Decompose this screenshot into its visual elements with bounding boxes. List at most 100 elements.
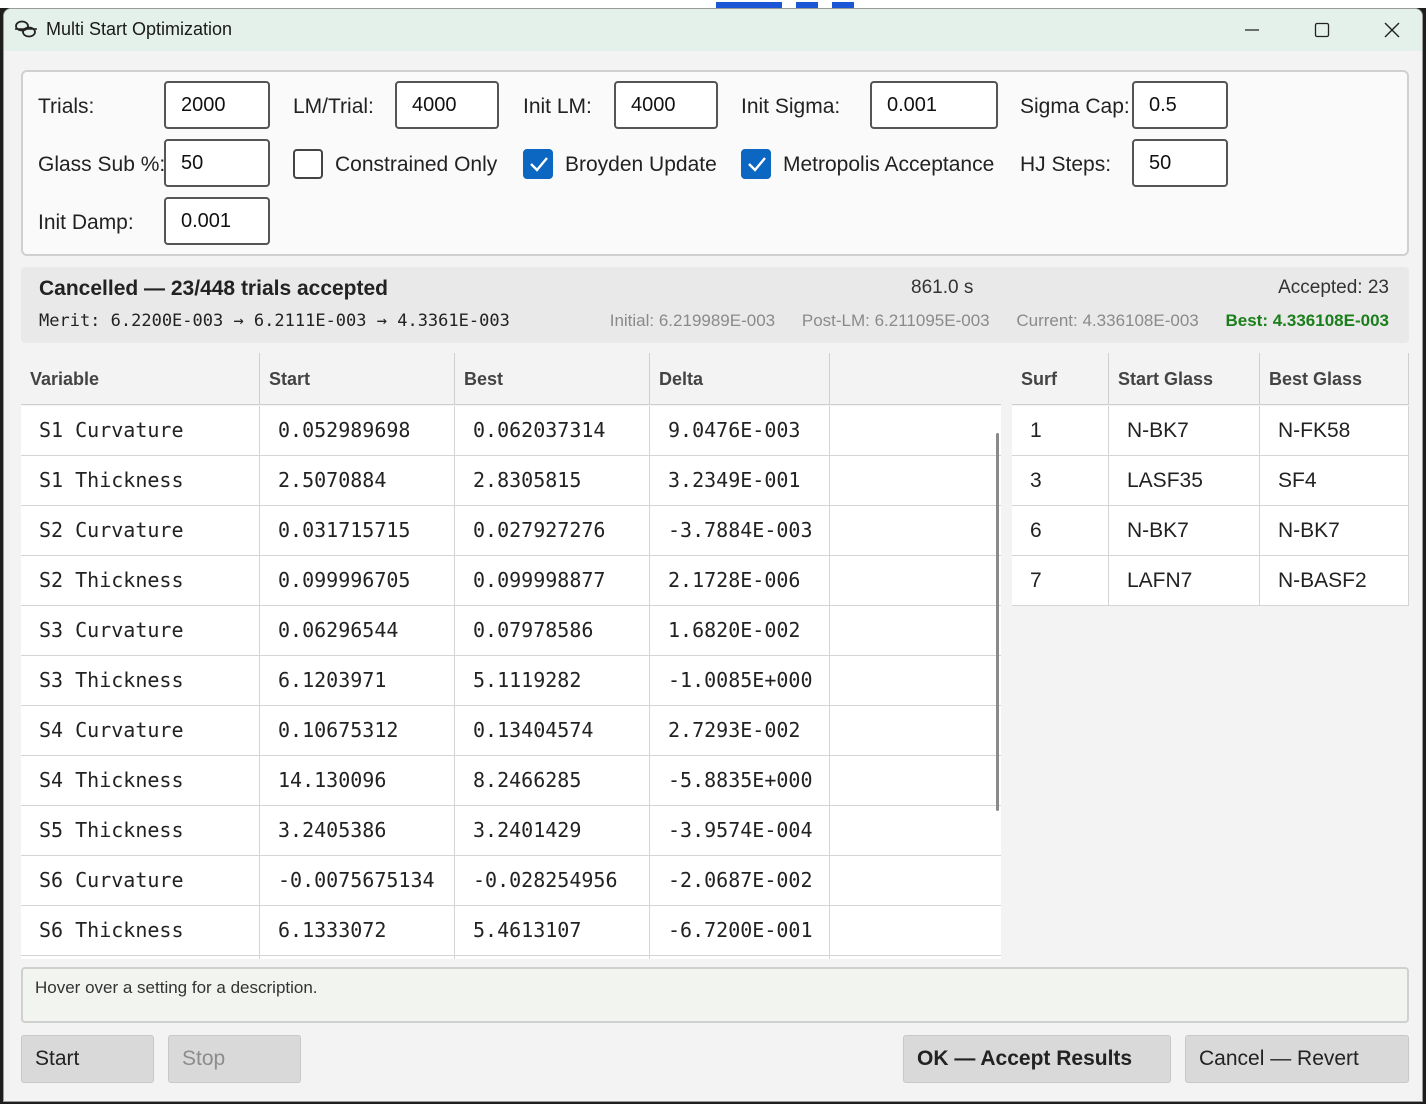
status-message: Cancelled — 23/448 trials accepted xyxy=(39,277,389,300)
broyden-label[interactable]: Broyden Update xyxy=(565,153,717,177)
best-glass-cell: N-BASF2 xyxy=(1260,556,1409,605)
variable-cell: S3 Curvature xyxy=(21,606,260,655)
empty-cell xyxy=(455,956,650,959)
table-row[interactable]: 1 N-BK7 N-FK58 xyxy=(1012,406,1409,456)
delta-cell: 2.7293E-002 xyxy=(650,706,830,755)
column-header-surf[interactable]: Surf xyxy=(1012,353,1109,405)
elapsed-time: 861.0 s xyxy=(911,277,974,298)
start-cell: 0.099996705 xyxy=(260,556,455,605)
variables-table: Variable Start Best Delta S1 Curvature 0.… xyxy=(21,353,1001,959)
table-row[interactable]: S2 Curvature 0.031715715 0.027927276 -3.788… xyxy=(21,506,1001,556)
accepted-count: Accepted: 23 xyxy=(1278,277,1389,298)
table-row[interactable]: S5 Thickness 3.2405386 3.2401429 -3.9574E-0… xyxy=(21,806,1001,856)
best-cell: 8.2466285 xyxy=(455,756,650,805)
column-header-start[interactable]: Start xyxy=(260,353,455,405)
column-header-delta[interactable]: Delta xyxy=(650,353,830,405)
column-header-start-glass[interactable]: Start Glass xyxy=(1109,353,1260,405)
table-header: Variable Start Best Delta xyxy=(21,353,1001,405)
sigma-cap-label: Sigma Cap: xyxy=(1020,95,1130,118)
column-header-variable[interactable]: Variable xyxy=(21,353,260,405)
delta-cell: 1.6820E-002 xyxy=(650,606,830,655)
constrained-checkbox[interactable] xyxy=(293,149,323,179)
table-row[interactable]: 6 N-BK7 N-BK7 xyxy=(1012,506,1409,556)
table-row[interactable]: S4 Curvature 0.10675312 0.13404574 2.7293E-… xyxy=(21,706,1001,756)
empty-cell xyxy=(830,806,1001,855)
start-cell: 0.052989698 xyxy=(260,406,455,455)
variable-cell: S2 Thickness xyxy=(21,556,260,605)
empty-cell xyxy=(260,956,455,959)
trials-label: Trials: xyxy=(38,95,95,118)
trials-input[interactable] xyxy=(164,81,270,129)
init-sigma-input[interactable] xyxy=(870,81,998,129)
checkmark-icon xyxy=(748,157,766,172)
variable-cell: S6 Thickness xyxy=(21,906,260,955)
variable-cell: S5 Thickness xyxy=(21,806,260,855)
table-row[interactable]: S3 Thickness 6.1203971 5.1119282 -1.0085E+0… xyxy=(21,656,1001,706)
start-cell: 14.130096 xyxy=(260,756,455,805)
init-lm-label: Init LM: xyxy=(523,95,592,118)
table-row[interactable]: S1 Thickness 2.5070884 2.8305815 3.2349E-00… xyxy=(21,456,1001,506)
initial-merit: Initial: 6.219989E-003 xyxy=(609,311,776,330)
column-header-best-glass[interactable]: Best Glass xyxy=(1260,353,1409,405)
column-header-best[interactable]: Best xyxy=(455,353,650,405)
ok-accept-button[interactable]: OK — Accept Results xyxy=(903,1035,1171,1083)
merit-progress: Merit: 6.2200E-003 → 6.2111E-003 → 4.336… xyxy=(39,311,510,331)
start-cell: 6.1333072 xyxy=(260,906,455,955)
background-app xyxy=(0,0,1426,8)
delta-cell: 9.0476E-003 xyxy=(650,406,830,455)
hj-steps-input[interactable] xyxy=(1132,139,1228,187)
start-cell: 0.031715715 xyxy=(260,506,455,555)
glass-sub-input[interactable] xyxy=(164,139,270,187)
start-button[interactable]: Start xyxy=(21,1035,154,1083)
metropolis-label[interactable]: Metropolis Acceptance xyxy=(783,153,994,177)
empty-cell xyxy=(830,456,1001,505)
empty-cell xyxy=(830,506,1001,555)
table-row[interactable]: S6 Curvature -0.0075675134 -0.028254956 -2.… xyxy=(21,856,1001,906)
title-bar[interactable]: Multi Start Optimization xyxy=(4,9,1422,51)
empty-cell xyxy=(830,906,1001,955)
empty-cell xyxy=(650,956,830,959)
cancel-revert-button[interactable]: Cancel — Revert xyxy=(1185,1035,1409,1083)
lm-trial-input[interactable] xyxy=(395,81,499,129)
variable-cell: S6 Curvature xyxy=(21,856,260,905)
table-row[interactable]: 3 LASF35 SF4 xyxy=(1012,456,1409,506)
table-row[interactable]: 7 LAFN7 N-BASF2 xyxy=(1012,556,1409,606)
window-title: Multi Start Optimization xyxy=(46,19,233,39)
empty-cell xyxy=(830,706,1001,755)
empty-cell xyxy=(830,856,1001,905)
table-row[interactable]: S2 Thickness 0.099996705 0.099998877 2.1728… xyxy=(21,556,1001,606)
empty-cell xyxy=(21,956,260,959)
empty-cell xyxy=(830,406,1001,455)
empty-cell xyxy=(830,756,1001,805)
delta-cell: -6.7200E-001 xyxy=(650,906,830,955)
table-row[interactable]: S6 Thickness 6.1333072 5.4613107 -6.7200E-0… xyxy=(21,906,1001,956)
variable-cell: S3 Thickness xyxy=(21,656,260,705)
start-cell: 0.06296544 xyxy=(260,606,455,655)
metropolis-checkbox[interactable] xyxy=(741,149,771,179)
best-merit: Best: 4.336108E-003 xyxy=(1225,311,1389,330)
table-row[interactable]: S1 Curvature 0.052989698 0.062037314 9.0476… xyxy=(21,406,1001,456)
best-cell: 2.8305815 xyxy=(455,456,650,505)
stop-button[interactable]: Stop xyxy=(168,1035,301,1083)
start-glass-cell: N-BK7 xyxy=(1109,406,1260,455)
constrained-label[interactable]: Constrained Only xyxy=(335,153,497,177)
init-damp-input[interactable] xyxy=(164,197,270,245)
minimize-button[interactable] xyxy=(1217,9,1287,51)
best-cell: 3.2401429 xyxy=(455,806,650,855)
init-lm-input[interactable] xyxy=(614,81,718,129)
delta-cell: -1.0085E+000 xyxy=(650,656,830,705)
delta-cell: -3.9574E-004 xyxy=(650,806,830,855)
sigma-cap-input[interactable] xyxy=(1132,81,1228,129)
table-row[interactable]: S3 Curvature 0.06296544 0.07978586 1.6820E-… xyxy=(21,606,1001,656)
table-row[interactable] xyxy=(21,956,1001,959)
init-damp-label: Init Damp: xyxy=(38,211,134,234)
delta-cell: -2.0687E-002 xyxy=(650,856,830,905)
glass-sub-label: Glass Sub %: xyxy=(38,153,166,176)
status-panel: Cancelled — 23/448 trials accepted Merit… xyxy=(21,267,1409,343)
maximize-button[interactable] xyxy=(1287,9,1357,51)
lm-trial-label: LM/Trial: xyxy=(293,95,374,118)
vertical-scrollbar[interactable] xyxy=(996,433,999,811)
broyden-checkbox[interactable] xyxy=(523,149,553,179)
table-row[interactable]: S4 Thickness 14.130096 8.2466285 -5.8835E+0… xyxy=(21,756,1001,806)
close-button[interactable] xyxy=(1357,9,1422,51)
